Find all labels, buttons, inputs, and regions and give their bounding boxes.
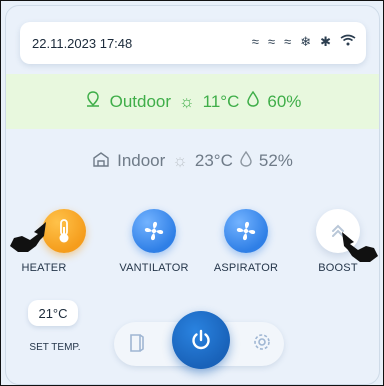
fan-icon (236, 221, 256, 241)
heater-button[interactable] (42, 209, 86, 253)
snowflake-icon: ❄ (300, 34, 312, 49)
set-temp-value[interactable]: 21°C (28, 300, 78, 326)
pointing-hand-icon (342, 232, 378, 262)
indoor-humidity: 52% (258, 151, 293, 170)
vantilator-label: VANTILATOR (119, 262, 189, 274)
fan-medium-icon: ≈ (267, 34, 276, 49)
pointing-hand-icon (10, 222, 46, 252)
house-icon (92, 151, 110, 172)
heater-label: HEATER (21, 262, 67, 274)
outdoor-readings: Outdoor ☼ 11°C 60% (6, 74, 379, 129)
set-temp-label: SET TEMP. (29, 342, 81, 353)
fan-small-icon: ≈ (251, 34, 259, 49)
thermometer-icon (59, 219, 69, 243)
aspirator-button[interactable] (224, 209, 268, 253)
outdoor-label: Outdoor (109, 91, 172, 111)
fan-icon (144, 221, 164, 241)
outdoor-band: Outdoor ☼ 11°C 60% (6, 74, 379, 129)
aspirator-label: ASPIRATOR (213, 262, 279, 274)
power-icon (192, 329, 210, 350)
indoor-label: Indoor (117, 151, 166, 170)
bluetooth-icon: ✱ (320, 34, 331, 49)
wifi-icon (340, 33, 356, 51)
app-panel: 22.11.2023 17:48 ≈ ≈ ≈ ❄ ✱ Outdoor ☼ 11°… (5, 5, 380, 385)
humidity-drop-icon (240, 150, 252, 172)
datetime: 22.11.2023 17:48 (32, 36, 133, 51)
fan-large-icon: ≈ (284, 34, 292, 49)
status-bar: 22.11.2023 17:48 ≈ ≈ ≈ ❄ ✱ (20, 22, 366, 64)
status-icons: ≈ ≈ ≈ ❄ ✱ (252, 33, 356, 51)
location-pin-icon (84, 90, 102, 113)
power-button[interactable] (172, 311, 230, 369)
sun-icon: ☼ (172, 151, 188, 170)
vantilator-button[interactable] (132, 209, 176, 253)
indoor-temperature: 23°C (194, 151, 233, 170)
indoor-readings: Indoor ☼ 23°C 52% (6, 146, 379, 176)
door-icon[interactable] (128, 333, 146, 358)
outdoor-humidity: 60% (267, 91, 302, 111)
sun-icon: ☼ (179, 91, 195, 111)
outdoor-temperature: 11°C (202, 91, 240, 111)
humidity-drop-icon (247, 90, 260, 112)
settings-icon[interactable] (252, 332, 272, 357)
screen-frame: 22.11.2023 17:48 ≈ ≈ ≈ ❄ ✱ Outdoor ☼ 11°… (0, 0, 384, 386)
